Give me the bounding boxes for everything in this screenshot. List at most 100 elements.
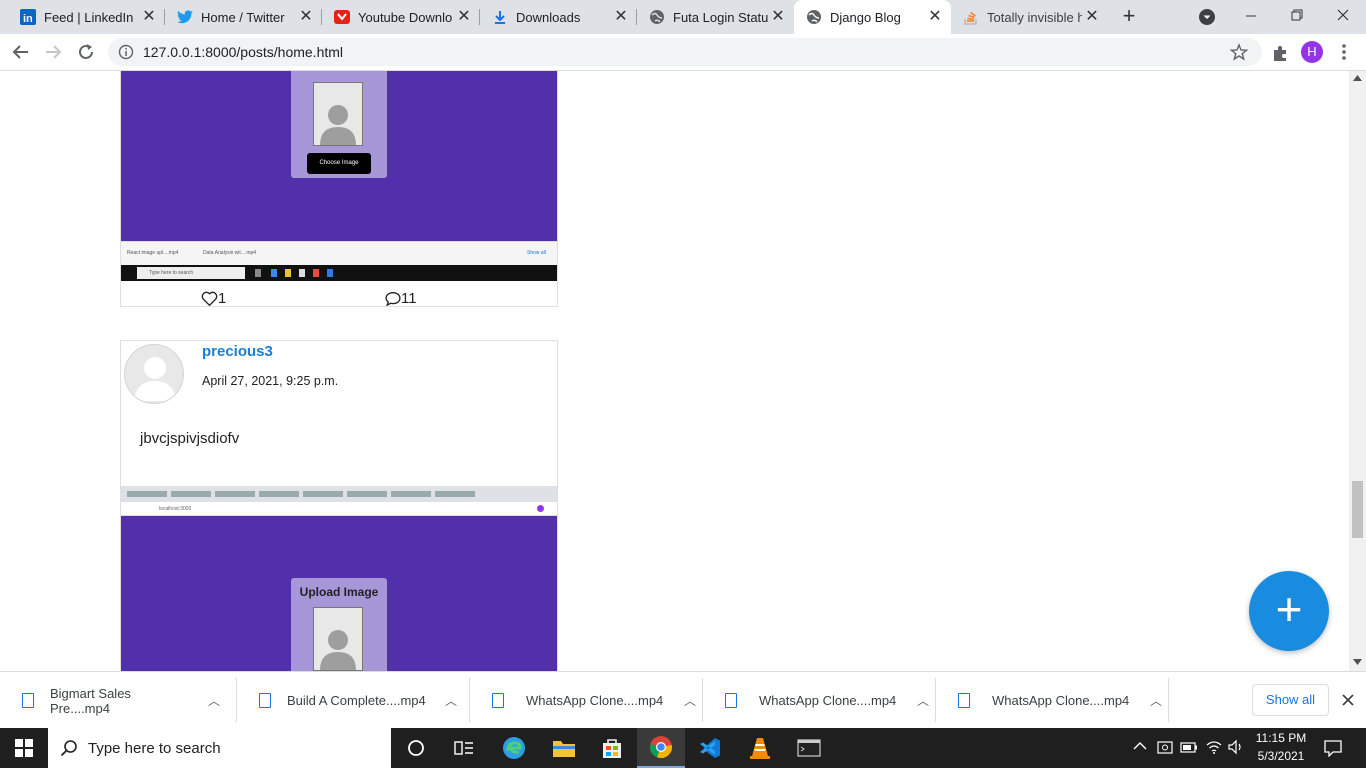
chevron-up-icon[interactable]: ︿ [445,692,457,709]
download-icon [492,9,508,25]
chevron-down-icon [1203,15,1211,19]
terminal-icon [797,739,821,757]
tab-downloads[interactable]: Downloads ✕ [480,0,637,34]
embedded-download-item: Data Analysis wit....mp4 [203,250,257,256]
stackoverflow-icon [963,9,979,25]
post-author-link[interactable]: precious3 [202,343,273,360]
terminal-taskbar-button[interactable] [785,728,833,768]
taskbar-search[interactable]: Type here to search [48,728,391,768]
tab-title: Youtube Downlo [358,9,453,25]
like-count: 1 [218,290,227,307]
reload-button[interactable] [76,42,98,62]
cortana-button[interactable] [392,728,440,768]
task-view-icon [454,741,473,755]
store-icon [603,739,621,758]
tab-futa-login[interactable]: Futa Login Status ✕ [637,0,794,34]
embedded-url: localhost:3000 [159,506,192,512]
comment-icon [385,292,401,306]
close-icon[interactable]: ✕ [454,9,474,25]
twitter-icon [177,9,193,25]
download-filename: WhatsApp Clone....mp4 [526,693,664,708]
show-all-button[interactable]: Show all [1252,684,1329,716]
notification-center-icon[interactable] [1323,739,1343,757]
vscode-taskbar-button[interactable] [686,728,734,768]
tray-chevron-up-icon[interactable] [1133,741,1147,751]
window-close-button[interactable] [1332,6,1354,26]
task-view-button[interactable] [440,728,488,768]
info-icon[interactable] [118,44,134,60]
download-item[interactable]: Build A Complete....mp4 ︿ [237,672,470,729]
upload-image-heading: Upload Image [299,585,379,599]
onedrive-sync-icon[interactable] [1157,739,1175,755]
close-icon[interactable]: ✕ [925,9,945,25]
tab-search-button[interactable] [1199,9,1215,25]
chevron-up-icon[interactable]: ︿ [917,692,929,709]
close-icon[interactable]: ✕ [611,9,631,25]
page-viewport: Choose Image React image upl....mp4 Data… [0,71,1349,671]
page-scrollbar[interactable] [1349,71,1366,671]
close-icon[interactable] [1341,693,1355,707]
download-filename: Bigmart Sales Pre....mp4 [50,685,131,716]
close-icon[interactable]: ✕ [1082,9,1102,25]
embedded-search: Type here to search [137,267,245,279]
edge-taskbar-button[interactable] [490,728,538,768]
scrollbar-thumb[interactable] [1352,481,1363,538]
author-avatar[interactable] [124,344,184,404]
like-button[interactable]: 1 [201,290,226,307]
tab-twitter[interactable]: Home / Twitter ✕ [165,0,322,34]
chrome-taskbar-button[interactable] [637,728,685,768]
wifi-icon[interactable] [1205,739,1223,755]
close-icon[interactable]: ✕ [768,9,788,25]
cortana-icon [408,740,424,756]
back-button[interactable] [10,42,32,62]
upload-image-panel: Upload Image [291,578,387,671]
profile-avatar[interactable]: H [1301,41,1323,63]
forward-button[interactable] [42,42,64,62]
tab-stackoverflow[interactable]: Totally invisible h ✕ [951,0,1108,34]
tab-youtube-downloader[interactable]: Youtube Downlo ✕ [322,0,480,34]
menu-kebab-icon[interactable] [1340,42,1348,62]
comment-button[interactable]: 11 [385,290,417,307]
svg-text:in: in [23,13,33,25]
close-icon[interactable]: ✕ [139,9,159,25]
store-button[interactable] [588,728,636,768]
close-icon[interactable]: ✕ [296,9,316,25]
chevron-up-icon[interactable]: ︿ [684,692,696,709]
battery-icon[interactable] [1180,740,1198,754]
download-item[interactable]: Bigmart Sales Pre....mp4 ︿ [0,672,237,729]
embedded-toolbar: localhost:3000 [121,502,557,516]
clock-date[interactable]: 5/3/2021 [1249,749,1313,763]
extensions-puzzle-icon[interactable] [1271,44,1289,62]
volume-icon[interactable] [1227,739,1245,755]
post-image[interactable]: localhost:3000 Upload Image [121,486,557,671]
embedded-page: Upload Image [121,516,557,671]
file-explorer-button[interactable] [540,728,588,768]
add-post-fab[interactable]: + [1249,571,1329,651]
scroll-up-arrow-icon[interactable] [1353,75,1362,81]
post-image[interactable]: Choose Image React image upl....mp4 Data… [121,71,557,281]
embedded-avatar [537,505,544,512]
minimize-button[interactable] [1240,6,1262,26]
vlc-taskbar-button[interactable] [736,728,784,768]
search-placeholder: Type here to search [88,739,221,757]
bookmark-star-icon[interactable] [1230,43,1248,61]
restore-button[interactable] [1286,6,1308,26]
url-text[interactable]: 127.0.0.1:8000/posts/home.html [143,44,343,60]
download-item[interactable]: WhatsApp Clone....mp4 ︿ [703,672,936,729]
tab-linkedin[interactable]: in Feed | LinkedIn ✕ [8,0,165,34]
scroll-down-arrow-icon[interactable] [1353,659,1362,665]
new-tab-button[interactable]: + [1116,5,1142,29]
start-button[interactable] [0,728,48,768]
file-icon [259,693,271,708]
chevron-up-icon[interactable]: ︿ [208,692,220,709]
vlc-icon [750,738,770,759]
clock-time[interactable]: 11:15 PM [1249,731,1313,745]
tab-strip: in Feed | LinkedIn ✕ Home / Twitter ✕ Yo… [0,0,1366,34]
address-bar[interactable]: 127.0.0.1:8000/posts/home.html [108,38,1262,66]
download-filename: WhatsApp Clone....mp4 [992,693,1130,708]
tab-title: Futa Login Status [673,9,768,25]
chevron-up-icon[interactable]: ︿ [1150,692,1162,709]
download-item[interactable]: WhatsApp Clone....mp4 ︿ [470,672,703,729]
download-item[interactable]: WhatsApp Clone....mp4 ︿ [936,672,1169,729]
tab-django-blog[interactable]: Django Blog ✕ [794,0,951,34]
